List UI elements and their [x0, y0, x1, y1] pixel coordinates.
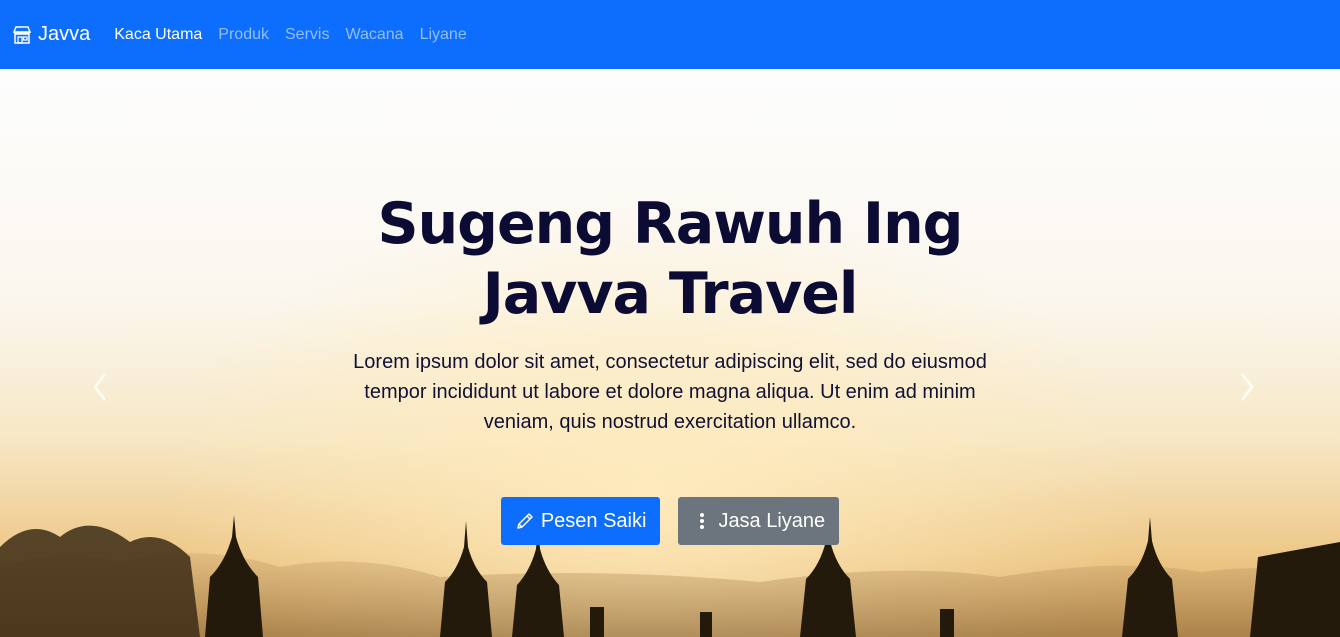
nav-link-servis[interactable]: Servis — [285, 26, 329, 44]
pencil-icon — [515, 511, 535, 531]
chevron-left-icon — [92, 372, 108, 407]
shop-icon — [12, 25, 32, 45]
carousel-next-button[interactable] — [1232, 369, 1262, 409]
jasa-liyane-button[interactable]: Jasa Liyane — [678, 497, 840, 545]
hero-content: Sugeng Rawuh Ing Javva Travel Lorem ipsu… — [320, 189, 1020, 545]
hero-button-row: Pesen Saiki Jasa Liyane — [320, 497, 1020, 545]
vertical-dots-icon — [692, 511, 712, 531]
brand-link[interactable]: Javva — [12, 23, 90, 46]
brand-name: Javva — [38, 23, 91, 45]
carousel-prev-button[interactable] — [85, 369, 115, 409]
nav-links: Kaca Utama Produk Servis Wacana Liyane — [114, 26, 482, 44]
nav-link-wacana[interactable]: Wacana — [345, 26, 403, 44]
nav-link-kaca-utama[interactable]: Kaca Utama — [114, 26, 202, 44]
chevron-right-icon — [1239, 372, 1255, 407]
pesen-saiki-label: Pesen Saiki — [540, 509, 647, 532]
nav-link-liyane[interactable]: Liyane — [420, 26, 467, 44]
pesen-saiki-button[interactable]: Pesen Saiki — [500, 497, 661, 545]
jasa-liyane-label: Jasa Liyane — [718, 509, 826, 532]
hero-carousel: Sugeng Rawuh Ing Javva Travel Lorem ipsu… — [0, 69, 1340, 637]
hero-title-line-2: Javva Travel — [482, 261, 859, 327]
hero-description: Lorem ipsum dolor sit amet, consectetur … — [353, 351, 987, 433]
nav-link-produk[interactable]: Produk — [218, 26, 269, 44]
hero-title-line-1: Sugeng Rawuh Ing — [377, 191, 964, 257]
navbar: Javva Kaca Utama Produk Servis Wacana Li… — [0, 0, 1340, 69]
hero-title: Sugeng Rawuh Ing Javva Travel — [320, 189, 1020, 329]
